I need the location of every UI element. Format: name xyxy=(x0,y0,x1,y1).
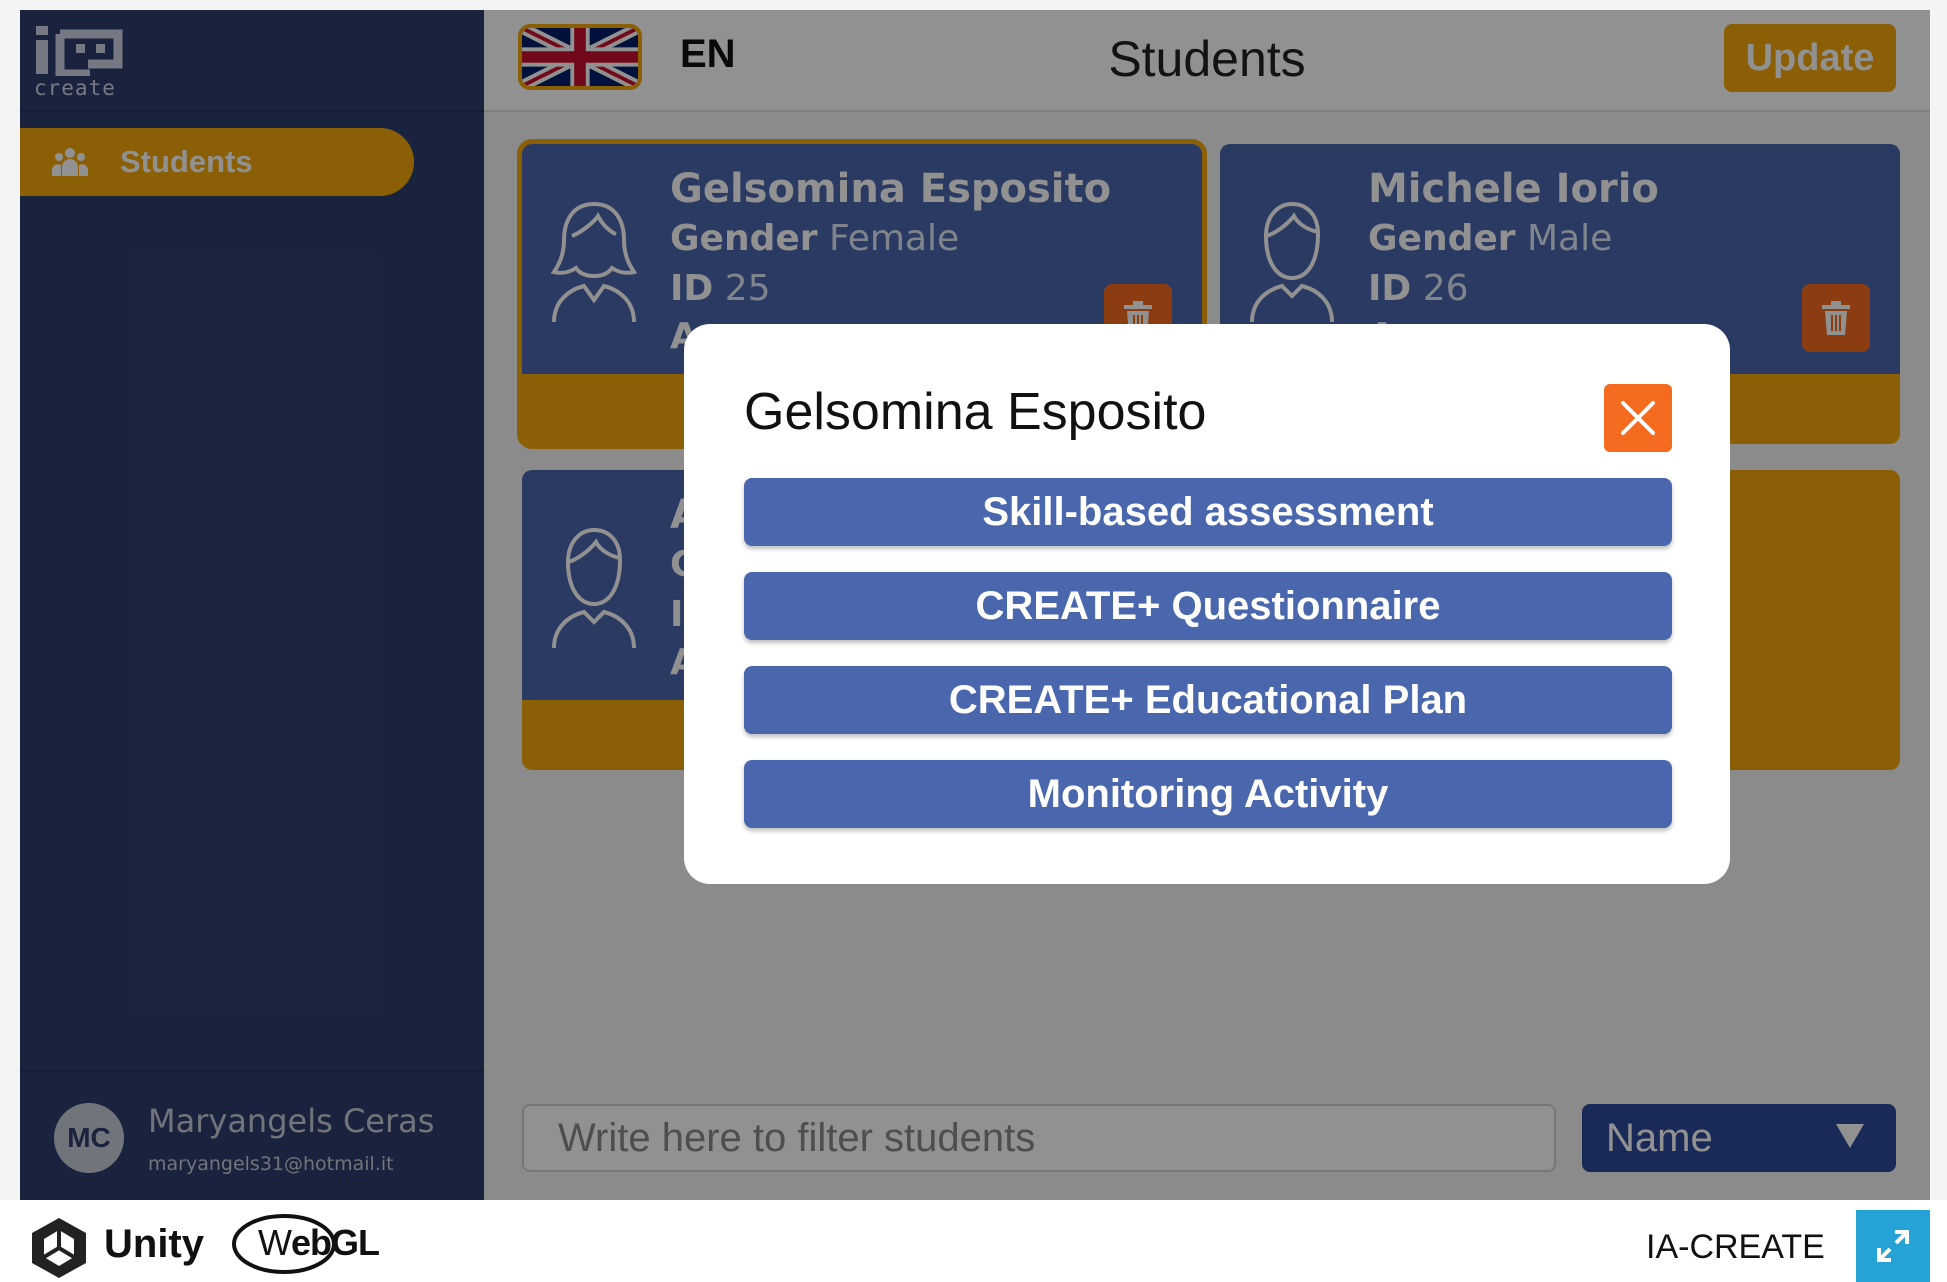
unity-logo-icon xyxy=(32,1218,86,1278)
expand-icon xyxy=(1877,1230,1909,1262)
educational-plan-button[interactable]: CREATE+ Educational Plan xyxy=(744,666,1672,734)
skill-based-assessment-button[interactable]: Skill-based assessment xyxy=(744,478,1672,546)
close-button[interactable] xyxy=(1604,384,1672,452)
webgl-footer: Unity WebGL IA-CREATE xyxy=(0,1200,1947,1282)
student-options-dialog: Gelsomina Esposito Skill-based assessmen… xyxy=(684,324,1730,884)
app-window: create Students MC Maryangels Ceras mary… xyxy=(20,10,1930,1200)
dialog-title: Gelsomina Esposito xyxy=(744,383,1207,441)
fullscreen-button[interactable] xyxy=(1856,1210,1930,1282)
app-name-label: IA-CREATE xyxy=(1646,1228,1825,1266)
webgl-label-prefix: W xyxy=(258,1222,292,1263)
webgl-label-rest: ebGL xyxy=(290,1222,380,1263)
webgl-label: WebGL xyxy=(258,1222,380,1264)
close-icon xyxy=(1621,401,1655,435)
unity-label: Unity xyxy=(104,1222,204,1266)
monitoring-activity-button[interactable]: Monitoring Activity xyxy=(744,760,1672,828)
questionnaire-button[interactable]: CREATE+ Questionnaire xyxy=(744,572,1672,640)
